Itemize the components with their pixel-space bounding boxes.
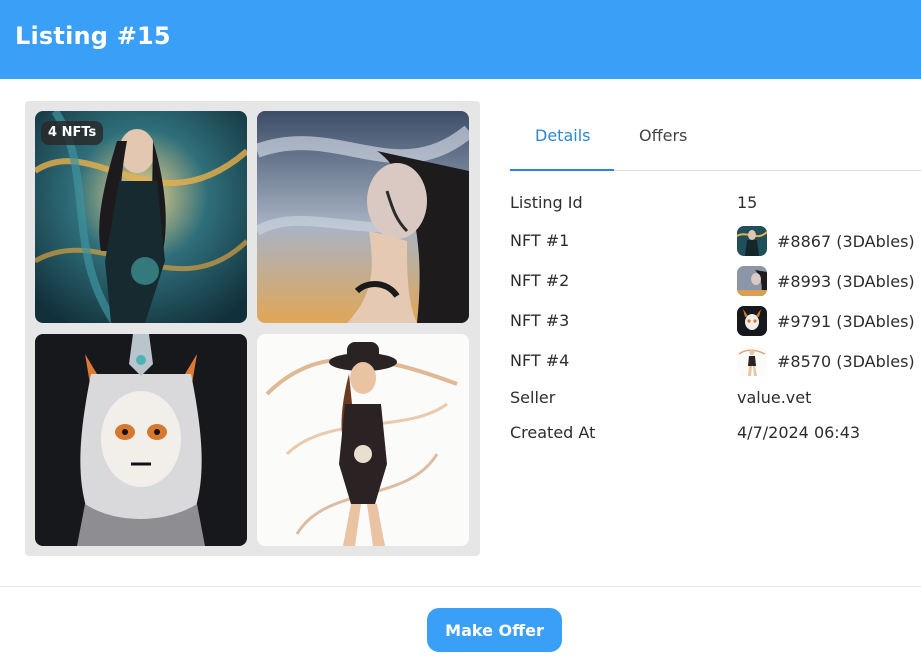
- nft-1-avatar: [737, 226, 767, 256]
- nft-4-avatar: [737, 346, 767, 376]
- listing-id-label: Listing Id: [510, 193, 583, 212]
- nft-image-3[interactable]: [35, 334, 247, 546]
- tab-offers[interactable]: Offers: [639, 126, 687, 145]
- nft-image-2[interactable]: [257, 111, 469, 323]
- nft-2-value: #8993 (3DAbles): [777, 271, 915, 291]
- page-header: Listing #15: [0, 0, 921, 79]
- nft-3-link[interactable]: #9791 (3DAbles): [737, 306, 915, 336]
- nft-2-avatar: [737, 266, 767, 296]
- nft-4-link[interactable]: #8570 (3DAbles): [737, 346, 915, 376]
- created-at-label: Created At: [510, 423, 596, 442]
- tab-details[interactable]: Details: [535, 126, 590, 145]
- seller-value[interactable]: value.vet: [737, 388, 811, 407]
- footer-divider: [0, 586, 921, 587]
- active-tab-indicator: [510, 169, 614, 171]
- nft-3-value: #9791 (3DAbles): [777, 311, 915, 331]
- created-at-value: 4/7/2024 06:43: [737, 423, 861, 442]
- nft-4-label: NFT #4: [510, 351, 570, 370]
- page-title: Listing #15: [15, 22, 171, 50]
- nft-1-value: #8867 (3DAbles): [777, 231, 915, 251]
- nft-image-gallery: 4 NFTs: [25, 101, 480, 556]
- nft-1-label: NFT #1: [510, 231, 570, 250]
- nft-3-avatar: [737, 306, 767, 336]
- nft-2-link[interactable]: #8993 (3DAbles): [737, 266, 915, 296]
- nft-count-badge: 4 NFTs: [41, 121, 104, 145]
- listing-id-value: 15: [737, 193, 758, 212]
- nft-2-label: NFT #2: [510, 271, 570, 290]
- detail-tabs: Details Offers: [510, 101, 921, 171]
- nft-4-value: #8570 (3DAbles): [777, 351, 915, 371]
- seller-label: Seller: [510, 388, 556, 407]
- nft-image-4[interactable]: [257, 334, 469, 546]
- nft-1-link[interactable]: #8867 (3DAbles): [737, 226, 915, 256]
- make-offer-button[interactable]: Make Offer: [427, 608, 562, 652]
- nft-3-label: NFT #3: [510, 311, 570, 330]
